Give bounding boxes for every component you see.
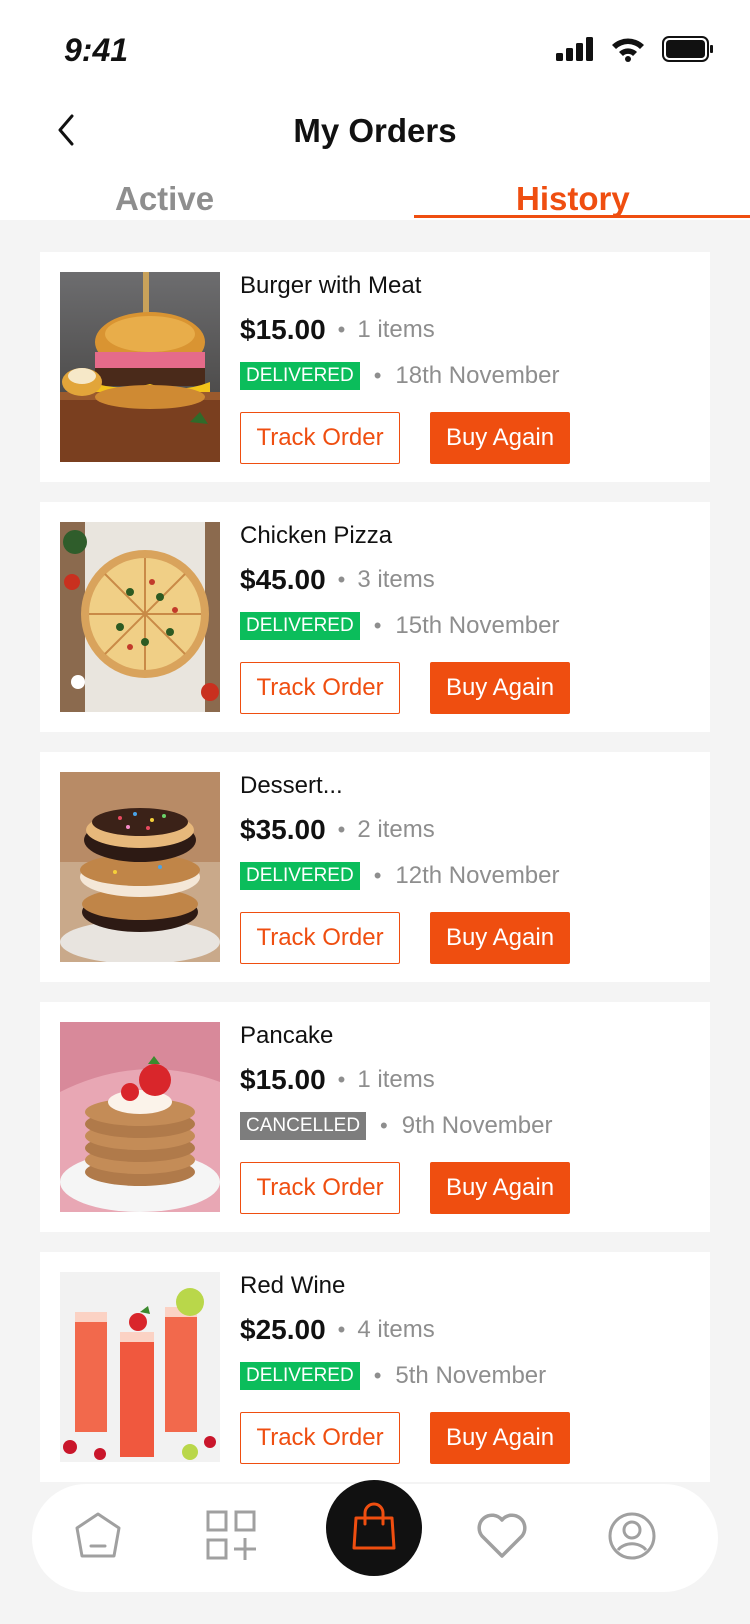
status-badge: DELIVERED [240, 1362, 360, 1390]
separator-dot: • [337, 567, 346, 592]
track-order-button[interactable]: Track Order [240, 1412, 400, 1464]
order-date: 15th November [395, 612, 560, 639]
nav-categories[interactable] [194, 1500, 270, 1576]
burger-image [60, 272, 220, 462]
cellular-signal-icon [556, 37, 594, 66]
red-wine-image [60, 1272, 220, 1462]
order-item-count: 1 items [357, 316, 435, 343]
order-item-count: 4 items [357, 1316, 435, 1343]
order-name: Dessert... [240, 772, 343, 799]
nav-profile[interactable] [594, 1500, 670, 1576]
tab-history[interactable]: History [516, 180, 630, 218]
order-tabs: Active History [0, 180, 750, 220]
separator-dot: • [373, 363, 382, 388]
buy-again-button[interactable]: Buy Again [430, 662, 570, 714]
order-card[interactable]: Red Wine $25.00 • 4 items DELIVERED • 5t… [40, 1252, 710, 1482]
separator-dot: • [337, 1067, 346, 1092]
separator-dot: • [337, 1317, 346, 1342]
separator-dot: • [337, 817, 346, 842]
order-price: $15.00 [240, 1064, 326, 1095]
profile-icon [606, 1510, 658, 1567]
donut-image [60, 772, 220, 962]
order-item-count: 1 items [357, 1066, 435, 1093]
order-price: $15.00 [240, 314, 326, 345]
shopping-bag-icon [348, 1500, 400, 1557]
status-badge: CANCELLED [240, 1112, 367, 1140]
order-date: 5th November [395, 1362, 547, 1389]
separator-dot: • [373, 863, 382, 888]
status-icons [556, 36, 714, 67]
buy-again-button[interactable]: Buy Again [430, 412, 570, 464]
order-date: 9th November [401, 1112, 553, 1139]
apps-add-icon [204, 1508, 260, 1569]
status-bar: 9:41 [0, 0, 750, 100]
track-order-button[interactable]: Track Order [240, 912, 400, 964]
order-item-count: 2 items [357, 816, 435, 843]
order-card[interactable]: Chicken Pizza $45.00 • 3 items DELIVERED… [40, 502, 710, 732]
order-status-row: DELIVERED • 5th November [240, 1362, 546, 1390]
order-card[interactable]: Burger with Meat $15.00 • 1 items DELIVE… [40, 252, 710, 482]
order-card[interactable]: Pancake $15.00 • 1 items CANCELLED • 9th… [40, 1002, 710, 1232]
home-icon [72, 1510, 124, 1567]
order-name: Pancake [240, 1022, 334, 1049]
order-name: Burger with Meat [240, 272, 422, 299]
order-status-row: CANCELLED • 9th November [240, 1112, 553, 1140]
order-price-row: $15.00 • 1 items [240, 1064, 435, 1096]
buy-again-button[interactable]: Buy Again [430, 912, 570, 964]
wifi-icon [610, 36, 646, 67]
tab-history-underline [414, 215, 750, 218]
orders-list: Burger with Meat $15.00 • 1 items DELIVE… [40, 252, 710, 1502]
status-badge: DELIVERED [240, 362, 360, 390]
order-card[interactable]: Dessert... $35.00 • 2 items DELIVERED • … [40, 752, 710, 982]
order-item-count: 3 items [357, 566, 435, 593]
bottom-nav [32, 1480, 718, 1592]
heart-icon [474, 1510, 530, 1567]
battery-icon [662, 36, 714, 67]
status-badge: DELIVERED [240, 612, 360, 640]
order-price-row: $45.00 • 3 items [240, 564, 435, 596]
status-badge: DELIVERED [240, 862, 360, 890]
separator-dot: • [373, 613, 382, 638]
order-price: $25.00 [240, 1314, 326, 1345]
nav-orders[interactable] [326, 1480, 422, 1576]
order-status-row: DELIVERED • 18th November [240, 362, 560, 390]
track-order-button[interactable]: Track Order [240, 1162, 400, 1214]
separator-dot: • [373, 1363, 382, 1388]
order-name: Chicken Pizza [240, 522, 393, 549]
pancake-image [60, 1022, 220, 1212]
track-order-button[interactable]: Track Order [240, 662, 400, 714]
tab-active[interactable]: Active [115, 180, 214, 218]
track-order-button[interactable]: Track Order [240, 412, 400, 464]
order-status-row: DELIVERED • 12th November [240, 862, 560, 890]
order-status-row: DELIVERED • 15th November [240, 612, 560, 640]
order-price: $45.00 [240, 564, 326, 595]
order-price-row: $15.00 • 1 items [240, 314, 435, 346]
page-title: My Orders [293, 112, 457, 149]
buy-again-button[interactable]: Buy Again [430, 1412, 570, 1464]
order-price: $35.00 [240, 814, 326, 845]
nav-favorites[interactable] [464, 1500, 540, 1576]
order-price-row: $25.00 • 4 items [240, 1314, 435, 1346]
separator-dot: • [337, 317, 346, 342]
separator-dot: • [380, 1113, 388, 1138]
order-date: 18th November [395, 362, 560, 389]
order-name: Red Wine [240, 1272, 346, 1299]
status-time: 9:41 [64, 32, 129, 68]
order-date: 12th November [395, 862, 560, 889]
order-price-row: $35.00 • 2 items [240, 814, 435, 846]
pizza-image [60, 522, 220, 712]
buy-again-button[interactable]: Buy Again [430, 1162, 570, 1214]
nav-home[interactable] [60, 1500, 136, 1576]
